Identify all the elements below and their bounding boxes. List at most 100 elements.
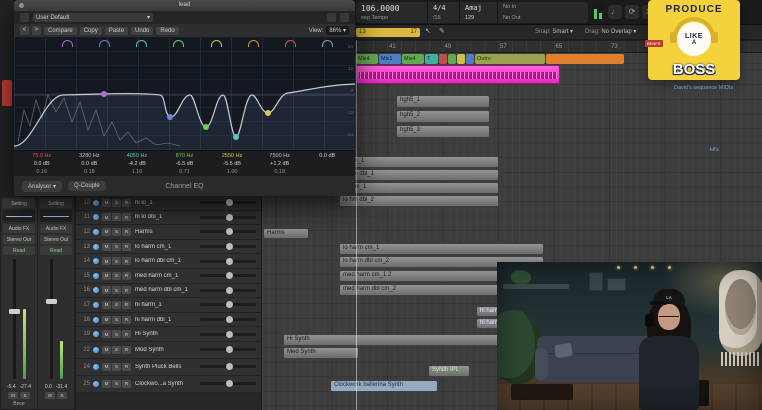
playhead-position[interactable]: 106.0000 (361, 4, 422, 13)
solo-button[interactable]: S (112, 330, 121, 339)
track-input-icon[interactable] (93, 287, 99, 294)
cycle-icon[interactable]: ⟳ (625, 5, 639, 19)
track-name[interactable]: hi lo dbl_1 (135, 214, 200, 220)
midi-region[interactable]: hgh5_2 (396, 110, 490, 123)
track-input-icon[interactable] (93, 380, 99, 387)
output-slot[interactable]: Stereo Out (3, 235, 35, 244)
band-q[interactable]: 0.18 (256, 168, 304, 175)
track-input-icon[interactable] (93, 214, 99, 221)
record-enable-button[interactable]: R (122, 242, 131, 251)
eq-band-readout[interactable]: 870 Hz -6.5 dB 0.71 (161, 152, 209, 175)
track-volume-slider[interactable] (200, 257, 256, 265)
redo-button[interactable]: Redo (156, 26, 179, 35)
arrangement-marker[interactable]: Mix4 (402, 54, 424, 64)
midi-region[interactable]: lo hm dbl_1 (339, 169, 499, 181)
band-gain[interactable]: -4.2 dB (113, 160, 161, 168)
track-header-row[interactable]: 19 M S R Hi Synth (76, 327, 261, 342)
band-gain[interactable]: 0.0 dB (303, 152, 351, 160)
midi-region[interactable]: lo harm cm_1 (339, 243, 544, 255)
save-preset-icon[interactable] (327, 13, 336, 22)
record-enable-button[interactable]: R (122, 330, 131, 339)
track-input-icon[interactable] (93, 272, 99, 279)
eq-band-icon[interactable] (247, 40, 259, 47)
arrangement-marker[interactable]: Mix4 (356, 54, 378, 64)
eq-band-handle[interactable] (167, 114, 173, 120)
solo-button[interactable]: S (112, 257, 121, 266)
band-gain[interactable]: 0.0 dB (66, 160, 114, 168)
eq-band-icon[interactable] (321, 40, 333, 47)
track-header-row[interactable]: 15 M S Rmed harm cm_1 (76, 268, 261, 284)
track-input-icon[interactable] (93, 243, 99, 250)
track-name[interactable]: Synth Pluck Bells (135, 364, 200, 370)
eq-band-readout[interactable]: 3280 Hz 0.0 dB 0.18 (66, 152, 114, 175)
midi-region[interactable]: lo hm dbl_2 (339, 195, 499, 207)
track-input-icon[interactable] (93, 301, 99, 308)
track-input-icon[interactable] (93, 316, 99, 323)
analyzer-button[interactable]: Analyser ▾ (22, 180, 63, 192)
midi-region[interactable]: Hi Synth (283, 334, 501, 346)
cycle-region[interactable]: 13 17 (356, 28, 420, 37)
tempo-mode[interactable]: eep Tempo (361, 15, 422, 21)
band-q[interactable]: 1.00 (208, 168, 256, 175)
midi-region[interactable]: hgh5_1 (396, 95, 490, 108)
track-volume-slider[interactable] (200, 243, 256, 251)
lcd-key-tempo[interactable]: Amaj 129 (460, 2, 498, 23)
lcd-display[interactable]: 106.0000 eep Tempo 4/4 /16 Amaj 129 No I… (356, 2, 588, 23)
record-enable-button[interactable]: R (122, 300, 131, 309)
eq-band-icon[interactable] (284, 40, 296, 47)
mute-button[interactable]: M (102, 198, 111, 207)
solo-button[interactable]: S (112, 286, 121, 295)
track-volume-slider[interactable] (200, 301, 256, 309)
prev-preset-button[interactable]: < (20, 26, 29, 35)
channel-setting-button[interactable]: Setting (40, 199, 72, 208)
record-enable-button[interactable]: R (122, 198, 131, 207)
band-frequency[interactable]: 4050 Hz (113, 152, 161, 160)
eq-band-icon[interactable] (136, 40, 148, 47)
solo-button[interactable]: S (112, 379, 121, 388)
arrangement-marker[interactable] (546, 54, 624, 64)
mute-button[interactable]: M (102, 315, 111, 324)
track-name[interactable]: med harm cm_1 (135, 273, 200, 279)
track-name[interactable]: med harm dbl cm_1 (135, 287, 200, 293)
track-name[interactable]: lo harm dbl cm_1 (135, 258, 200, 264)
track-header-row[interactable]: 17 M S Rhi harm_1 (76, 298, 261, 313)
mute-button[interactable]: M (102, 213, 111, 222)
midi-region[interactable]: hgh5_3 (396, 125, 490, 138)
midi-region[interactable]: Harms (263, 228, 309, 239)
track-header-row[interactable]: 16 M S Rmed harm dbl cm_1 (76, 283, 261, 299)
track-header-row[interactable]: 12 M S R Harms (76, 225, 261, 240)
track-header-row[interactable]: 18 M S Rhi harm dbl_1 (76, 312, 261, 328)
channel-setting-button[interactable]: Setting (3, 199, 35, 208)
midi-region[interactable]: Med Synth (283, 347, 359, 359)
record-enable-button[interactable]: R (122, 227, 131, 236)
track-volume-slider[interactable] (200, 380, 256, 388)
audio-fx-slot[interactable]: Audio FX (40, 224, 72, 233)
track-input-icon[interactable] (93, 228, 99, 235)
track-name[interactable]: Hi Synth (135, 331, 200, 337)
eq-band-handle[interactable] (101, 91, 107, 97)
automation-mode-button[interactable]: Read (3, 246, 35, 255)
band-gain[interactable]: -6.5 dB (161, 160, 209, 168)
mute-button[interactable]: M (102, 362, 111, 371)
lcd-time-signature[interactable]: 4/4 /16 (428, 2, 460, 23)
arrangement-marker[interactable] (466, 54, 474, 64)
eq-band-icon[interactable] (210, 40, 222, 47)
audio-region-lead[interactable] (356, 65, 560, 84)
band-frequency[interactable]: 870 Hz (161, 152, 209, 160)
preset-dropdown[interactable]: User Default ▾ (33, 13, 153, 22)
track-name[interactable]: Mod Synth (135, 347, 200, 353)
track-volume-slider[interactable] (200, 363, 256, 371)
playhead[interactable] (356, 40, 357, 410)
track-name[interactable]: Clockwo...a Synth (135, 381, 200, 387)
band-q[interactable]: 0.71 (161, 168, 209, 175)
mute-button[interactable]: M (45, 392, 55, 399)
record-arm-indicator[interactable] (2, 80, 12, 106)
metronome-icon[interactable]: ♩ (608, 5, 622, 19)
band-q[interactable]: 0.18 (66, 168, 114, 175)
mute-button[interactable]: M (102, 345, 111, 354)
q-couple-button[interactable]: Q-Couple (68, 181, 106, 191)
track-header-row[interactable]: 22 M S R Mod Synth (76, 341, 261, 359)
mute-button[interactable]: M (102, 257, 111, 266)
eq-band-readout[interactable]: 7500 Hz +1.2 dB 0.18 (256, 152, 304, 175)
track-volume-slider[interactable] (200, 330, 256, 338)
